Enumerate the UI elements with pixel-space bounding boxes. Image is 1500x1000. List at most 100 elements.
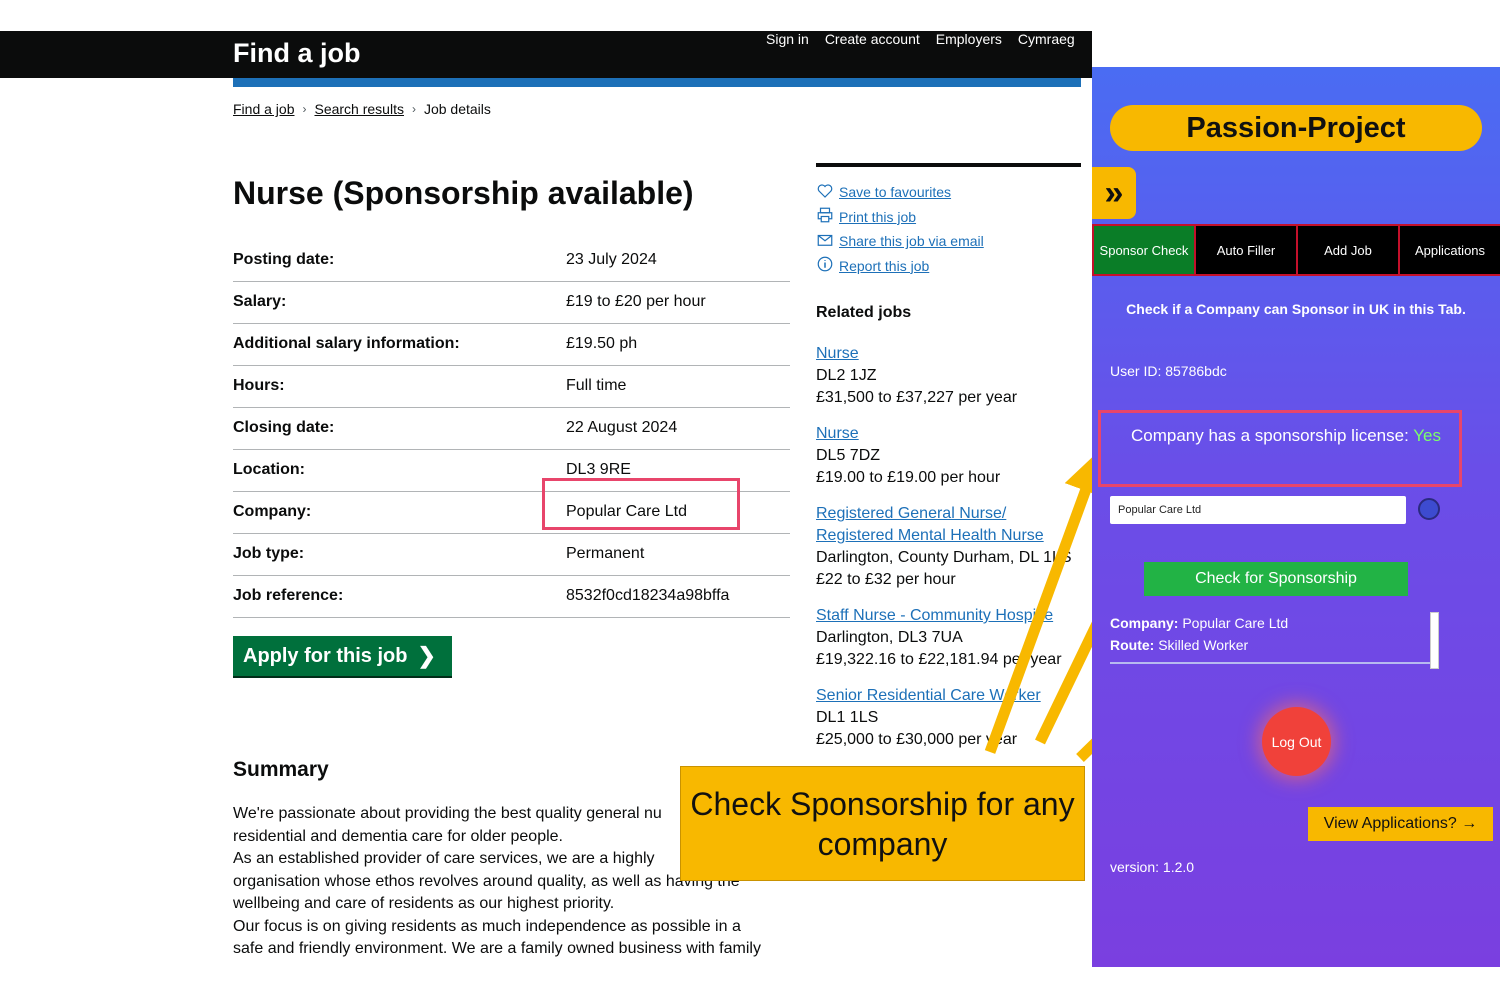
save-to-favourites[interactable]: Save to favourites: [816, 180, 984, 205]
tab-add-job[interactable]: Add Job: [1296, 224, 1398, 276]
employers-link[interactable]: Employers: [936, 31, 1002, 47]
print-job[interactable]: Print this job: [816, 205, 984, 230]
breadcrumb-search-results[interactable]: Search results: [314, 101, 403, 117]
related-job-salary: £31,500 to £37,227 per year: [816, 389, 1018, 406]
cymraeg-link[interactable]: Cymraeg: [1018, 31, 1075, 47]
detail-key: Hours:: [233, 377, 285, 394]
result-route: Route: Skilled Worker: [1110, 634, 1430, 656]
related-job-salary: £19.00 to £19.00 per hour: [816, 469, 1001, 486]
tab-applications[interactable]: Applications: [1398, 224, 1500, 276]
sidebar-rule: [816, 163, 1081, 167]
detail-value: 23 July 2024: [566, 251, 657, 268]
detail-row-job-type: Job type: Permanent: [233, 534, 790, 576]
summary-line: safe and friendly environment. We are a …: [233, 940, 761, 957]
report-job-link[interactable]: Report this job: [839, 258, 929, 274]
top-nav: Sign in Create account Employers Cymraeg: [766, 31, 1075, 47]
detail-value: Full time: [566, 377, 627, 394]
result-company-label: Company:: [1110, 615, 1179, 631]
detail-key: Location:: [233, 461, 305, 478]
list-item: Registered General Nurse/ Registered Men…: [816, 503, 1081, 591]
detail-key: Company:: [233, 503, 312, 520]
summary-line: Our focus is on giving residents as much…: [233, 917, 741, 935]
loading-spinner-icon: [1418, 498, 1440, 520]
related-job-link[interactable]: Nurse: [816, 425, 859, 442]
callout-box: Check Sponsorship for any company: [680, 766, 1085, 881]
detail-row-posting-date: Posting date: 23 July 2024: [233, 240, 790, 282]
detail-row-additional-salary: Additional salary information: £19.50 ph: [233, 324, 790, 366]
extension-title: Passion-Project: [1110, 105, 1482, 151]
save-to-favourites-link[interactable]: Save to favourites: [839, 184, 951, 200]
result-route-value: Skilled Worker: [1158, 637, 1249, 653]
apply-button-label: Apply for this job: [243, 644, 408, 667]
envelope-icon: [816, 231, 834, 252]
result-scrollbar[interactable]: [1430, 612, 1439, 669]
result-company: Company: Popular Care Ltd: [1110, 612, 1430, 634]
detail-key: Closing date:: [233, 419, 335, 436]
sign-in-link[interactable]: Sign in: [766, 31, 809, 47]
sponsorship-result: Company: Popular Care Ltd Route: Skilled…: [1110, 612, 1430, 664]
detail-value: 8532f0cd18234a98bffa: [566, 587, 730, 604]
company-input[interactable]: [1110, 496, 1406, 524]
summary-heading: Summary: [233, 758, 329, 781]
license-label: Company has a sponsorship license:: [1131, 426, 1409, 445]
related-job-location: DL2 1JZ: [816, 367, 877, 384]
chevron-right-icon: ›: [302, 102, 307, 116]
extension-panel: Passion-Project » Sponsor Check Auto Fil…: [1092, 67, 1500, 967]
page-title: Nurse (Sponsorship available): [233, 175, 694, 211]
site-title[interactable]: Find a job: [233, 38, 361, 69]
tab-auto-filler[interactable]: Auto Filler: [1194, 224, 1296, 276]
detail-row-closing-date: Closing date: 22 August 2024: [233, 408, 790, 450]
related-job-location: DL5 7DZ: [816, 447, 881, 464]
tab-sponsor-check[interactable]: Sponsor Check: [1092, 224, 1194, 276]
license-value: Yes: [1413, 426, 1441, 445]
company-highlight-box: [542, 478, 740, 530]
job-details-list: Posting date: 23 July 2024 Salary: £19 to …: [233, 240, 790, 618]
list-item: Staff Nurse - Community Hospice Darlingt…: [816, 605, 1081, 671]
related-job-location: DL1 1LS: [816, 709, 879, 726]
share-job-email[interactable]: Share this job via email: [816, 229, 984, 254]
report-job[interactable]: Report this job: [816, 254, 984, 279]
detail-key: Job type:: [233, 545, 305, 562]
detail-key: Additional salary information:: [233, 335, 460, 352]
license-status-box: Company has a sponsorship license: Yes: [1098, 410, 1462, 487]
result-route-label: Route:: [1110, 637, 1155, 653]
related-job-link[interactable]: Senior Residential Care Worker: [816, 687, 1041, 704]
apply-button[interactable]: Apply for this job ❯: [233, 636, 452, 676]
breadcrumb-current: Job details: [423, 101, 491, 117]
create-account-link[interactable]: Create account: [825, 31, 920, 47]
detail-row-job-reference: Job reference: 8532f0cd18234a98bffa: [233, 576, 790, 618]
detail-value: DL3 9RE: [566, 461, 631, 478]
result-company-value: Popular Care Ltd: [1182, 615, 1289, 631]
related-jobs-list: Nurse DL2 1JZ £31,500 to £37,227 per yea…: [816, 343, 1081, 765]
chevron-right-icon: ❯: [417, 643, 436, 668]
breadcrumb: Find a job › Search results › Job detail…: [233, 101, 491, 117]
heart-icon: [816, 182, 834, 203]
double-chevron-right-icon[interactable]: »: [1092, 167, 1136, 219]
detail-row-hours: Hours: Full time: [233, 366, 790, 408]
related-job-location: Darlington, County Durham, DL 1LS: [816, 549, 1072, 566]
detail-row-salary: Salary: £19 to £20 per hour: [233, 282, 790, 324]
header-rule: [233, 78, 1081, 87]
logout-button[interactable]: Log Out: [1262, 707, 1331, 776]
user-id: User ID: 85786bdc: [1110, 363, 1227, 379]
related-job-link[interactable]: Nurse: [816, 345, 859, 362]
summary-line: wellbeing and care of residents as our h…: [233, 895, 615, 912]
related-job-link[interactable]: Registered General Nurse/ Registered Men…: [816, 505, 1044, 544]
detail-value: 22 August 2024: [566, 419, 678, 436]
info-icon: [816, 255, 834, 276]
list-item: Nurse DL2 1JZ £31,500 to £37,227 per yea…: [816, 343, 1081, 409]
breadcrumb-find-a-job[interactable]: Find a job: [233, 101, 294, 117]
version-label: version: 1.2.0: [1110, 859, 1195, 875]
printer-icon: [816, 206, 834, 227]
related-job-salary: £22 to £32 per hour: [816, 571, 956, 588]
detail-key: Job reference:: [233, 587, 344, 604]
list-item: Senior Residential Care Worker DL1 1LS £…: [816, 685, 1081, 751]
check-sponsorship-button[interactable]: Check for Sponsorship: [1144, 562, 1408, 596]
extension-tabs: Sponsor Check Auto Filler Add Job Applic…: [1092, 224, 1500, 276]
related-job-location: Darlington, DL3 7UA: [816, 629, 963, 646]
share-job-email-link[interactable]: Share this job via email: [839, 233, 984, 249]
related-job-link[interactable]: Staff Nurse - Community Hospice: [816, 607, 1053, 624]
view-applications-button[interactable]: View Applications? →: [1308, 807, 1493, 841]
detail-value: Permanent: [566, 545, 645, 562]
print-job-link[interactable]: Print this job: [839, 209, 916, 225]
